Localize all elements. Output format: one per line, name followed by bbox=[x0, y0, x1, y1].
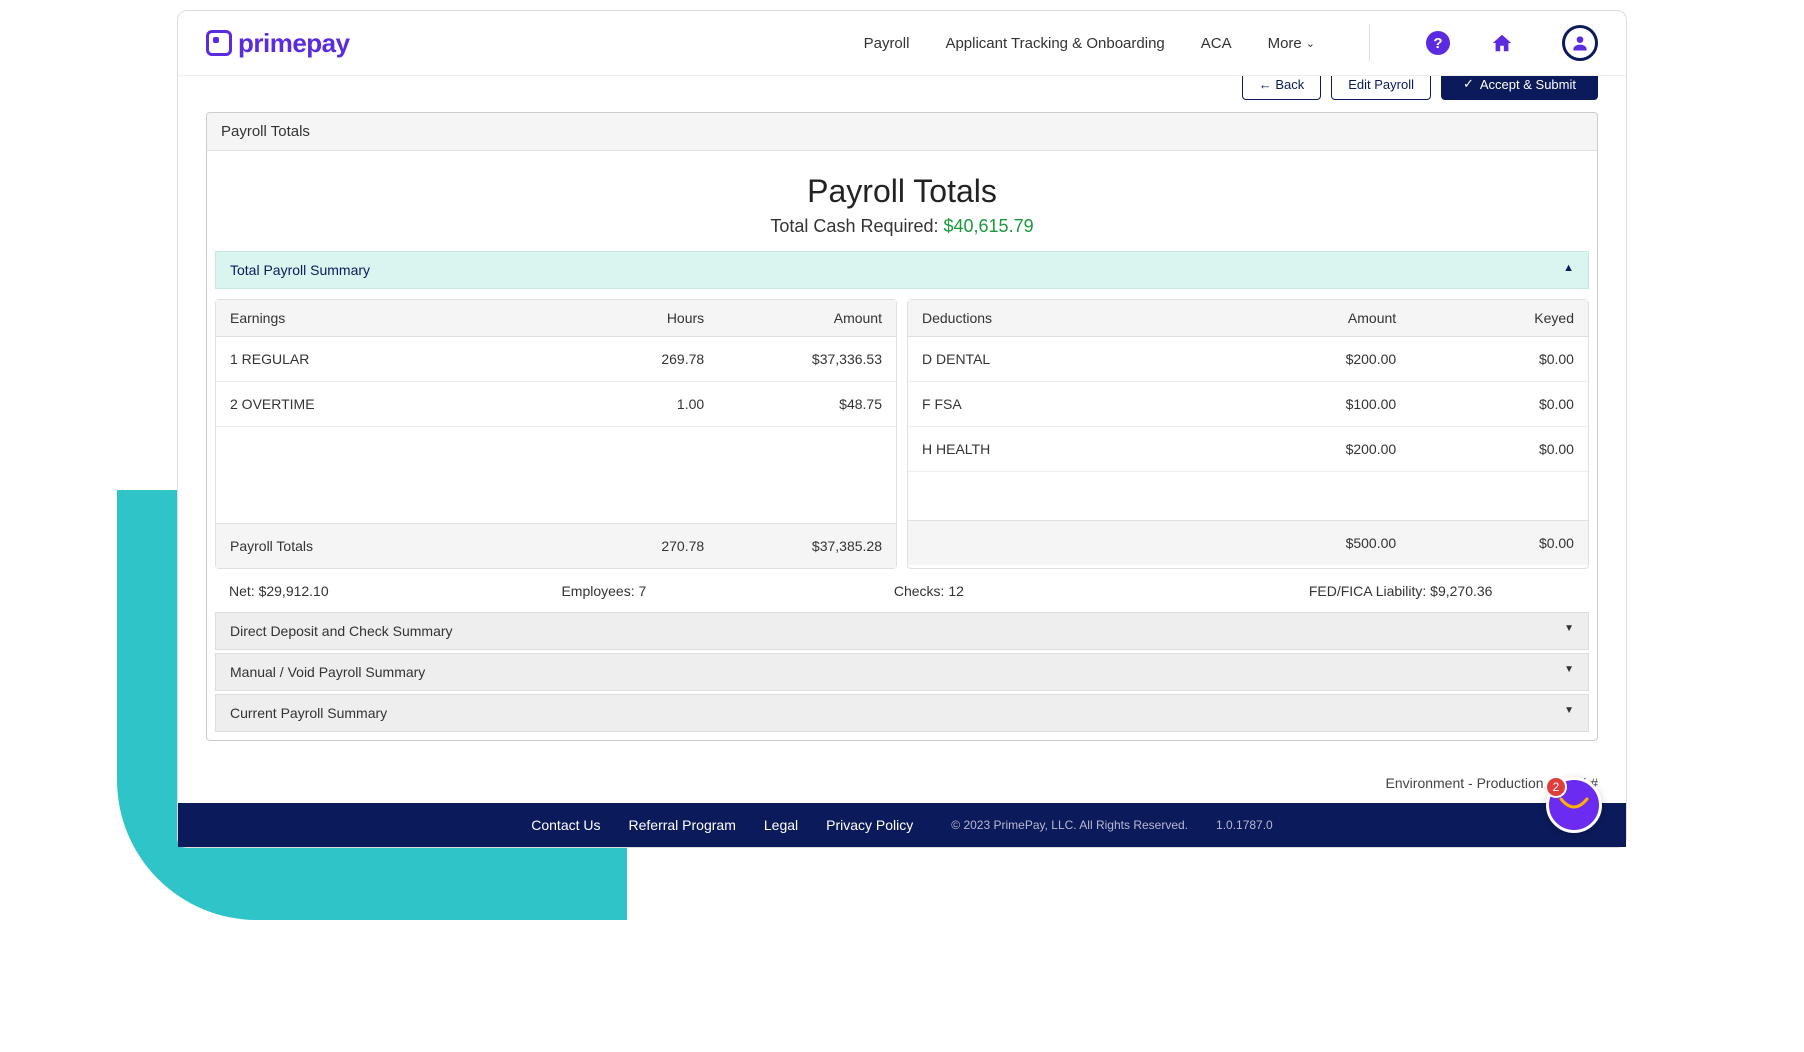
box-header: Payroll Totals bbox=[207, 113, 1597, 151]
col-amount: Amount bbox=[704, 310, 882, 326]
table-row: D DENTAL $200.00 $0.00 bbox=[908, 337, 1588, 382]
arrow-down-icon: ▼ bbox=[1564, 623, 1574, 639]
table-row: 1 REGULAR 269.78 $37,336.53 bbox=[216, 337, 896, 382]
accept-submit-button[interactable]: ✓ Accept & Submit bbox=[1441, 76, 1598, 100]
accordion-direct-deposit[interactable]: Direct Deposit and Check Summary ▼ bbox=[215, 612, 1589, 650]
footer-legal[interactable]: Legal bbox=[764, 817, 798, 833]
chevron-down-icon: ⌄ bbox=[1306, 37, 1315, 50]
topbar: primepay Payroll Applicant Tracking & On… bbox=[178, 11, 1626, 76]
divider bbox=[1369, 25, 1370, 61]
arrow-up-icon: ▲ bbox=[1563, 262, 1574, 278]
logo-text: primepay bbox=[238, 28, 350, 59]
accordion-current-payroll[interactable]: Current Payroll Summary ▼ bbox=[215, 694, 1589, 732]
col-deductions: Deductions bbox=[922, 310, 1218, 326]
stat-checks: Checks: 12 bbox=[894, 583, 1126, 599]
accordion-total-summary[interactable]: Total Payroll Summary ▲ bbox=[215, 251, 1589, 289]
payroll-totals-box: Payroll Totals Payroll Totals Total Cash… bbox=[206, 112, 1598, 741]
nav-payroll[interactable]: Payroll bbox=[864, 35, 910, 52]
footer-contact[interactable]: Contact Us bbox=[531, 817, 600, 833]
col-hours: Hours bbox=[526, 310, 704, 326]
logo[interactable]: primepay bbox=[206, 28, 350, 59]
footer-version: 1.0.1787.0 bbox=[1216, 818, 1273, 832]
deductions-totals: $500.00 $0.00 bbox=[908, 520, 1588, 565]
user-menu[interactable] bbox=[1562, 25, 1598, 61]
earnings-table: Earnings Hours Amount 1 REGULAR 269.78 $… bbox=[215, 299, 897, 569]
summary-stats: Net: $29,912.10 Employees: 7 Checks: 12 … bbox=[207, 575, 1597, 609]
footer-referral[interactable]: Referral Program bbox=[629, 817, 736, 833]
stat-liability: FED/FICA Liability: $9,270.36 bbox=[1226, 583, 1575, 599]
nav-more[interactable]: More ⌄ bbox=[1268, 35, 1315, 52]
table-row: F FSA $100.00 $0.00 bbox=[908, 382, 1588, 427]
user-icon bbox=[1570, 33, 1590, 53]
cash-required: Total Cash Required: $40,615.79 bbox=[207, 216, 1597, 237]
empty-space bbox=[908, 472, 1588, 520]
earnings-totals: Payroll Totals 270.78 $37,385.28 bbox=[216, 523, 896, 568]
deductions-table: Deductions Amount Keyed D DENTAL $200.00… bbox=[907, 299, 1589, 569]
environment-info: Environment - Production, Build # bbox=[178, 761, 1626, 803]
help-button[interactable]: ? bbox=[1424, 29, 1452, 57]
col-keyed: Keyed bbox=[1396, 310, 1574, 326]
stat-employees: Employees: 7 bbox=[561, 583, 793, 599]
table-row: 2 OVERTIME 1.00 $48.75 bbox=[216, 382, 896, 427]
home-icon bbox=[1491, 32, 1513, 54]
table-row: H HEALTH $200.00 $0.00 bbox=[908, 427, 1588, 472]
smile-icon bbox=[1559, 797, 1589, 813]
footer: Contact Us Referral Program Legal Privac… bbox=[178, 803, 1626, 847]
stat-net: Net: $29,912.10 bbox=[229, 583, 461, 599]
footer-copyright: © 2023 PrimePay, LLC. All Rights Reserve… bbox=[951, 818, 1188, 832]
notification-badge: 2 bbox=[1545, 776, 1567, 798]
cash-amount: $40,615.79 bbox=[944, 216, 1034, 236]
logo-icon bbox=[206, 30, 232, 56]
help-icon: ? bbox=[1426, 31, 1450, 55]
nav-aca[interactable]: ACA bbox=[1201, 35, 1232, 52]
arrow-down-icon: ▼ bbox=[1564, 664, 1574, 680]
arrow-down-icon: ▼ bbox=[1564, 705, 1574, 721]
empty-space bbox=[216, 427, 896, 523]
home-button[interactable] bbox=[1488, 29, 1516, 57]
nav-applicant-tracking[interactable]: Applicant Tracking & Onboarding bbox=[945, 35, 1164, 52]
edit-payroll-button[interactable]: Edit Payroll bbox=[1331, 76, 1431, 100]
footer-privacy[interactable]: Privacy Policy bbox=[826, 817, 913, 833]
check-icon: ✓ bbox=[1463, 76, 1474, 92]
main-panel: primepay Payroll Applicant Tracking & On… bbox=[177, 10, 1627, 848]
col-earnings: Earnings bbox=[230, 310, 526, 326]
accordion-manual-void[interactable]: Manual / Void Payroll Summary ▼ bbox=[215, 653, 1589, 691]
col-amount: Amount bbox=[1218, 310, 1396, 326]
chat-widget[interactable]: 2 bbox=[1546, 777, 1602, 833]
back-button[interactable]: ← Back bbox=[1242, 76, 1322, 100]
page-title: Payroll Totals bbox=[207, 173, 1597, 210]
